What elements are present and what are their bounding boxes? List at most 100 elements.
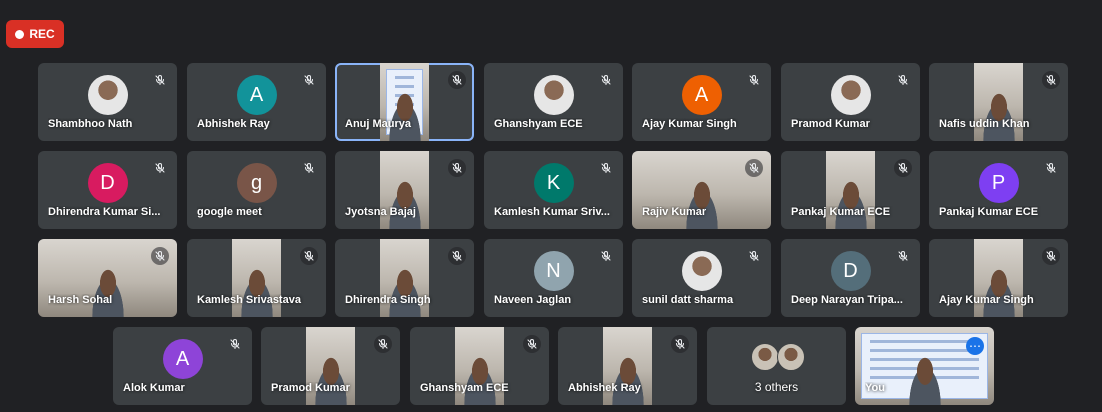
participant-tile[interactable]: g google meet: [187, 151, 326, 229]
participant-name: Pramod Kumar: [271, 382, 350, 394]
mic-muted-icon: [597, 247, 615, 265]
participant-avatar: [681, 251, 722, 291]
mic-muted-icon: [894, 71, 912, 89]
mic-muted-icon: [597, 159, 615, 177]
others-tile[interactable]: 3 others: [707, 327, 846, 405]
participant-name: Pankaj Kumar ECE: [791, 206, 891, 218]
participant-avatar: N: [533, 251, 574, 291]
participant-tile[interactable]: P Pankaj Kumar ECE: [929, 151, 1068, 229]
participant-tile[interactable]: N Naveen Jaglan: [484, 239, 623, 317]
participant-name: Ghanshyam ECE: [420, 382, 509, 394]
participant-avatar: A: [162, 339, 203, 379]
mic-muted-icon: [1042, 159, 1060, 177]
participant-avatar: A: [236, 75, 277, 115]
participant-row: Harsh Sohal Kamlesh Srivastava Dhirendra S…: [0, 239, 1102, 317]
participant-tile[interactable]: Jyotsna Bajaj: [335, 151, 474, 229]
person-figure: [384, 93, 425, 141]
participant-name: Kamlesh Kumar Sriv...: [494, 206, 610, 218]
mini-avatar: [750, 343, 779, 371]
mic-muted-icon: [151, 71, 169, 89]
participant-tile[interactable]: Pankaj Kumar ECE: [781, 151, 920, 229]
participant-tile[interactable]: Nafis uddin Khan: [929, 63, 1068, 141]
participant-tile[interactable]: Abhishek Ray: [558, 327, 697, 405]
recording-label: REC: [29, 27, 55, 41]
recording-indicator[interactable]: REC: [6, 20, 64, 48]
participant-avatar: K: [533, 163, 574, 203]
participant-tile[interactable]: sunil datt sharma: [632, 239, 771, 317]
participant-tile[interactable]: K Kamlesh Kumar Sriv...: [484, 151, 623, 229]
participant-row: Shambhoo Nath A Abhishek Ray Anuj Maurya Gha…: [0, 63, 1102, 141]
person-figure: [384, 181, 425, 229]
person-figure: [978, 269, 1019, 317]
recording-dot-icon: [15, 29, 25, 39]
participant-name: Ajay Kumar Singh: [939, 294, 1034, 306]
slide-text-line: [870, 340, 979, 343]
participant-name: Ghanshyam ECE: [494, 118, 583, 130]
participant-name: sunil datt sharma: [642, 294, 734, 306]
person-figure: [978, 93, 1019, 141]
mini-avatar: [776, 343, 805, 371]
participant-tile[interactable]: A Alok Kumar: [113, 327, 252, 405]
participant-name: Pankaj Kumar ECE: [939, 206, 1039, 218]
mic-muted-icon: [226, 335, 244, 353]
self-view-tile[interactable]: ⋯ You: [855, 327, 994, 405]
mic-muted-icon: [745, 159, 763, 177]
mic-muted-icon: [597, 71, 615, 89]
participant-tile[interactable]: Dhirendra Singh: [335, 239, 474, 317]
participant-tile[interactable]: D Dhirendra Kumar Si...: [38, 151, 177, 229]
participant-avatar: D: [87, 163, 128, 203]
slide-text-line: [870, 349, 979, 352]
mic-muted-icon: [523, 335, 541, 353]
slide-text-line: [395, 85, 414, 88]
mic-muted-icon: [671, 335, 689, 353]
person-figure: [236, 269, 277, 317]
person-figure: [607, 357, 648, 405]
mic-muted-icon: [151, 247, 169, 265]
more-options-icon[interactable]: ⋯: [966, 337, 984, 355]
participant-avatar: [830, 75, 871, 115]
participant-tile[interactable]: D Deep Narayan Tripa...: [781, 239, 920, 317]
participant-tile[interactable]: Shambhoo Nath: [38, 63, 177, 141]
participant-tile[interactable]: Ghanshyam ECE: [410, 327, 549, 405]
participant-tile[interactable]: Ghanshyam ECE: [484, 63, 623, 141]
participant-tile[interactable]: Kamlesh Srivastava: [187, 239, 326, 317]
participant-name: google meet: [197, 206, 262, 218]
mic-muted-icon: [448, 247, 466, 265]
person-figure: [830, 181, 871, 229]
mic-muted-icon: [374, 335, 392, 353]
participant-name: Anuj Maurya: [345, 118, 412, 130]
participant-name: Shambhoo Nath: [48, 118, 133, 130]
participant-tile[interactable]: A Abhishek Ray: [187, 63, 326, 141]
mic-muted-icon: [1042, 247, 1060, 265]
participant-tile[interactable]: A Ajay Kumar Singh: [632, 63, 771, 141]
participant-avatar: P: [978, 163, 1019, 203]
participant-row: A Alok Kumar Pramod Kumar Ghanshyam ECE Abhi…: [0, 327, 1102, 405]
participant-avatar: [87, 75, 128, 115]
participant-name: Pramod Kumar: [791, 118, 870, 130]
participant-avatar: A: [681, 75, 722, 115]
participant-tile[interactable]: Harsh Sohal: [38, 239, 177, 317]
participant-name: Abhishek Ray: [568, 382, 641, 394]
participant-name: Jyotsna Bajaj: [345, 206, 416, 218]
person-figure: [384, 269, 425, 317]
participant-name: Abhishek Ray: [197, 118, 270, 130]
participant-tile[interactable]: Anuj Maurya: [335, 63, 474, 141]
participant-name: Rajiv Kumar: [642, 206, 707, 218]
participant-row: D Dhirendra Kumar Si... g google meet Jyotsn…: [0, 151, 1102, 229]
person-figure: [681, 181, 722, 229]
participant-tile[interactable]: Pramod Kumar: [261, 327, 400, 405]
participant-name: Harsh Sohal: [48, 294, 113, 306]
mic-muted-icon: [894, 247, 912, 265]
participant-name: Alok Kumar: [123, 382, 185, 394]
person-figure: [904, 357, 945, 405]
participant-name: Dhirendra Singh: [345, 294, 431, 306]
participant-tile[interactable]: Rajiv Kumar: [632, 151, 771, 229]
person-figure: [459, 357, 500, 405]
participant-name: Deep Narayan Tripa...: [791, 294, 903, 306]
participant-tile[interactable]: Ajay Kumar Singh: [929, 239, 1068, 317]
person-figure: [87, 269, 128, 317]
participant-tile[interactable]: Pramod Kumar: [781, 63, 920, 141]
mic-muted-icon: [300, 71, 318, 89]
participant-name: Dhirendra Kumar Si...: [48, 206, 161, 218]
mic-muted-icon: [448, 159, 466, 177]
